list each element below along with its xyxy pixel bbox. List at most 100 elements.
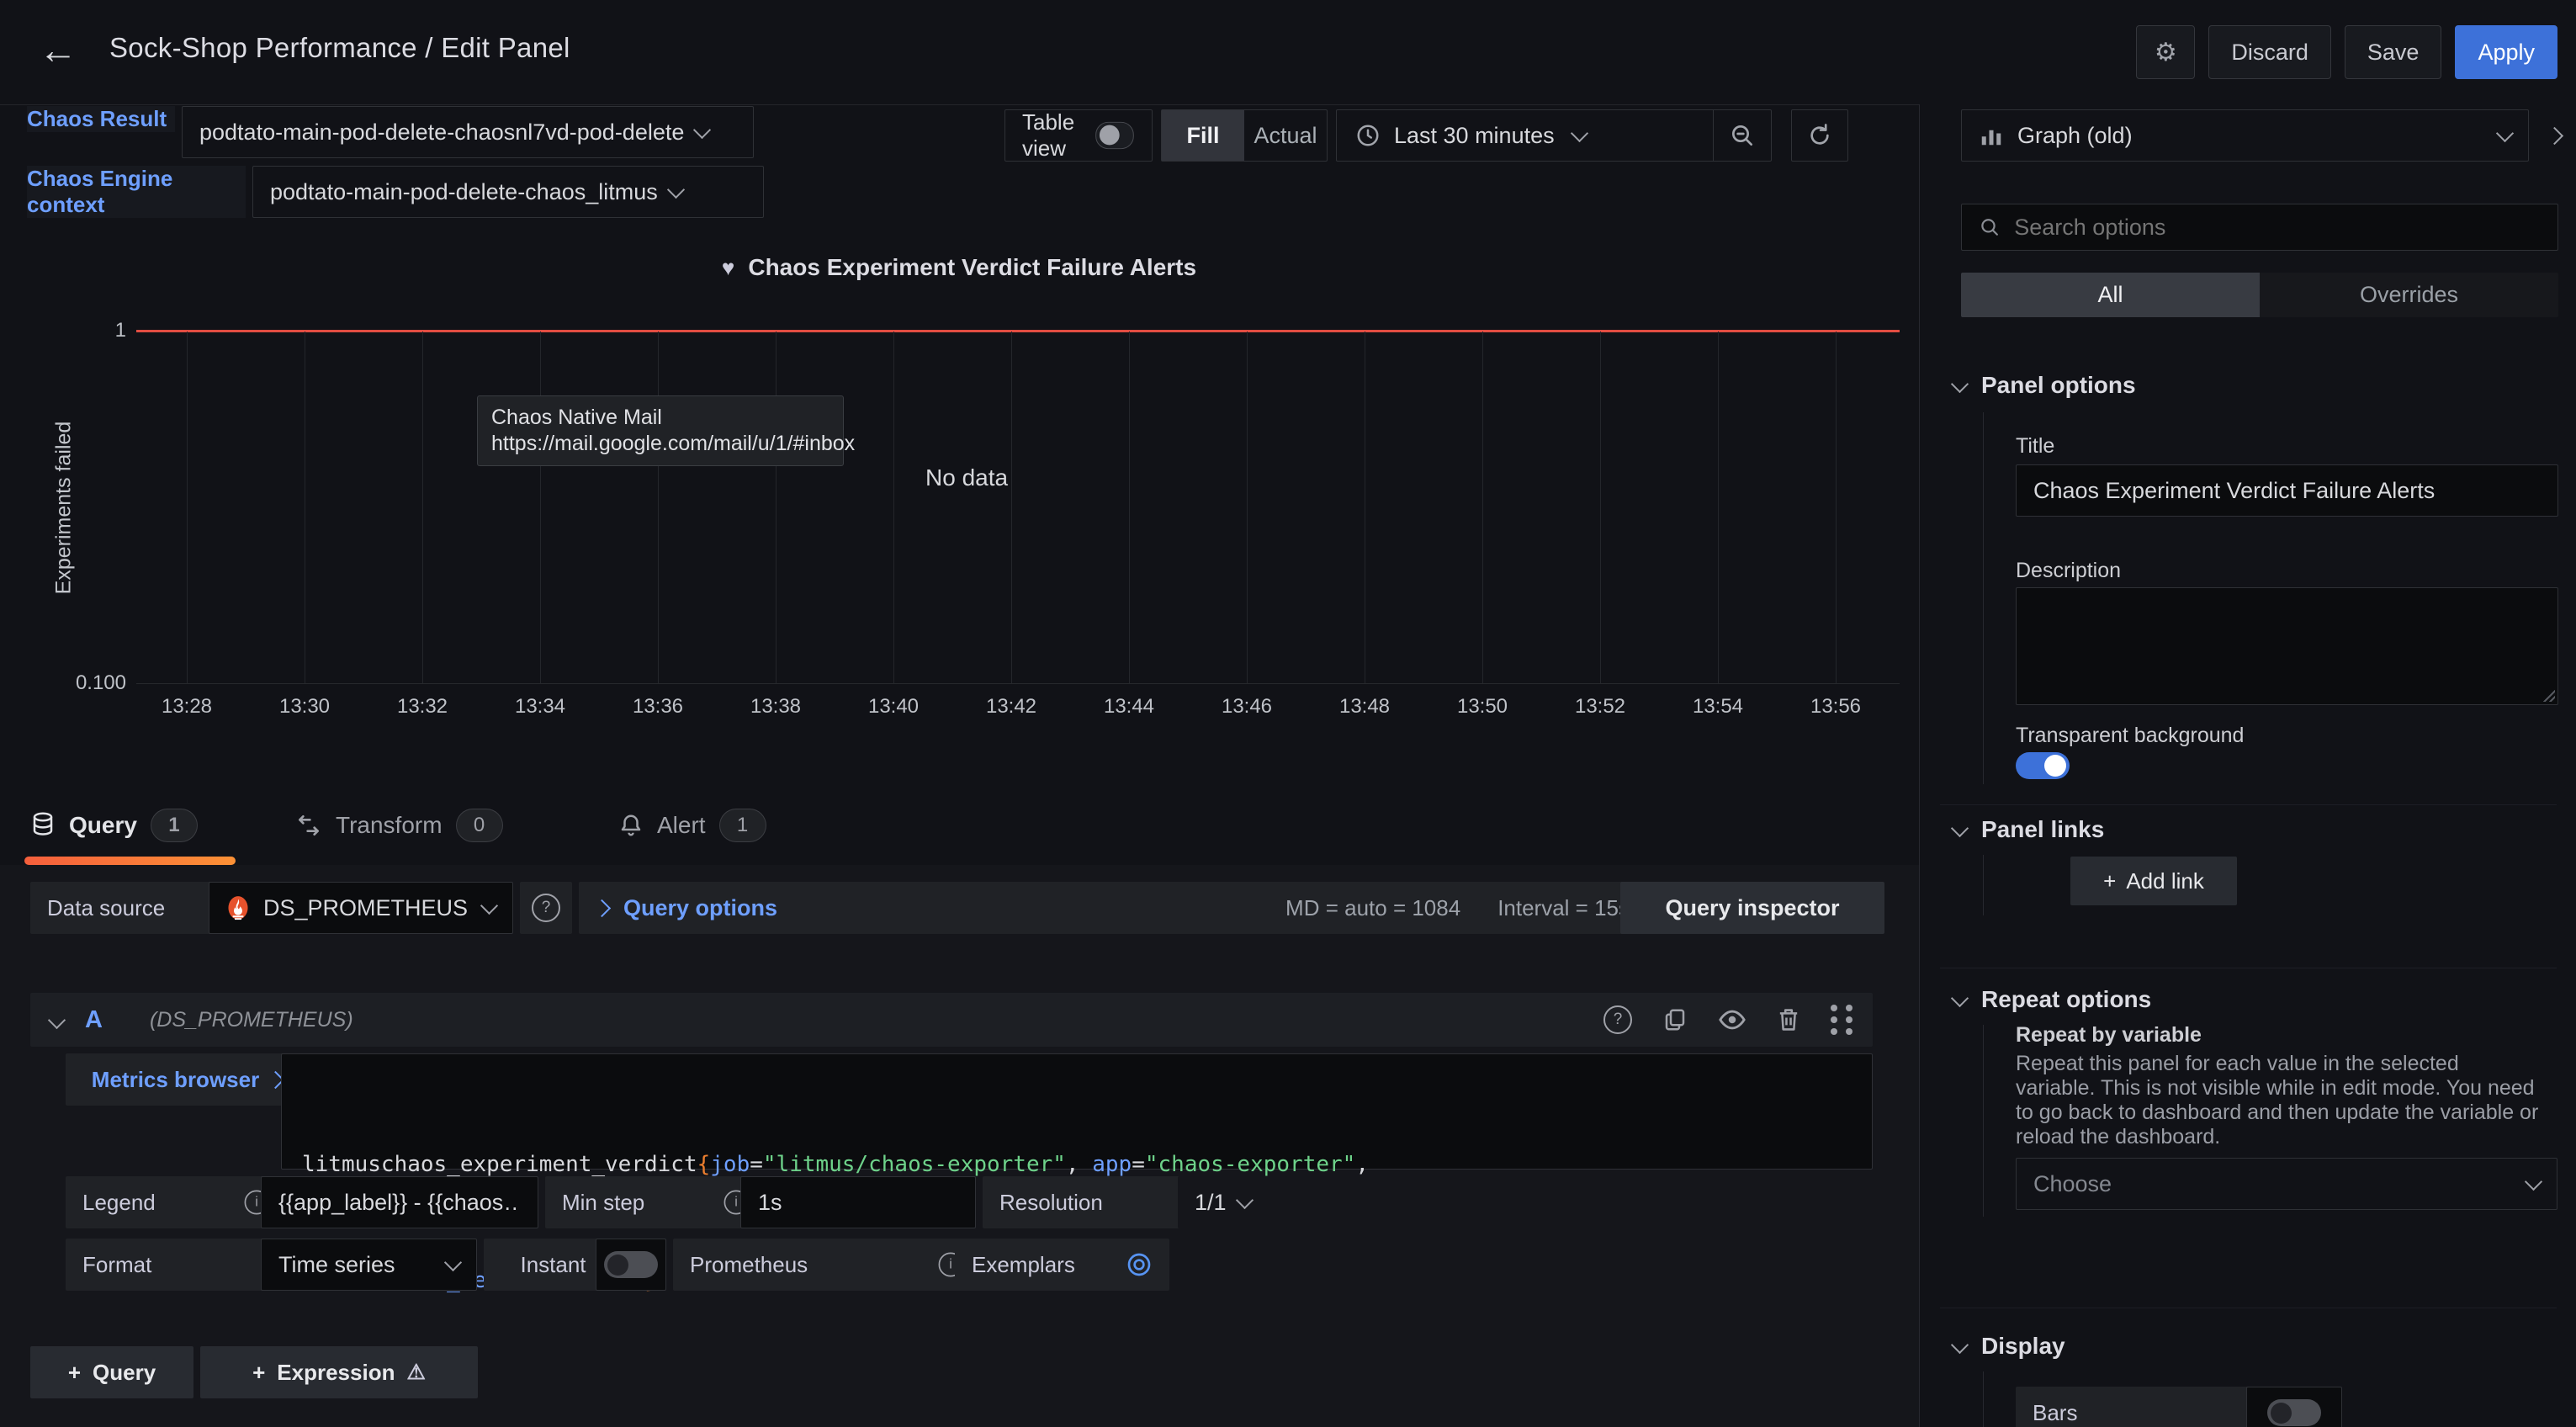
query-row-header[interactable]: A (DS_PROMETHEUS) ?: [30, 993, 1873, 1047]
discard-button[interactable]: Discard: [2208, 25, 2331, 79]
legend-format-input[interactable]: [261, 1176, 538, 1228]
instant-toggle[interactable]: [604, 1251, 658, 1278]
x-gridline: [1011, 332, 1012, 683]
refresh-button[interactable]: [1791, 109, 1848, 162]
actual-option[interactable]: Actual: [1244, 110, 1327, 161]
x-tick-label: 13:54: [1659, 695, 1777, 719]
help-circle-icon[interactable]: ?: [1603, 1005, 1632, 1034]
section-guideline: [1983, 855, 1984, 915]
options-search-box: [1961, 204, 2558, 251]
min-step-input[interactable]: [740, 1176, 976, 1228]
x-gridline: [540, 332, 541, 683]
warning-icon: ⚠: [406, 1360, 425, 1385]
x-tick-label: 13:42: [952, 695, 1070, 719]
panel-links-header[interactable]: Panel links: [1953, 816, 2104, 843]
repeat-description: Repeat this panel for each value in the …: [2016, 1052, 2544, 1149]
add-link-button[interactable]: + Add link: [2070, 857, 2237, 905]
save-button[interactable]: Save: [2345, 25, 2442, 79]
panel-description-textarea[interactable]: [2016, 587, 2558, 705]
options-filter-tabs: All Overrides: [1961, 273, 2558, 317]
add-query-label: Query: [93, 1360, 156, 1386]
query-options-summary: MD = auto = 1084 Interval = 15s: [1285, 895, 1630, 921]
data-source-value: DS_PROMETHEUS: [263, 895, 468, 921]
tab-alert[interactable]: Alert 1: [618, 809, 803, 842]
query-options-toggle[interactable]: Query options: [596, 895, 777, 921]
add-query-button[interactable]: + Query: [30, 1346, 193, 1398]
search-icon: [1979, 215, 2001, 239]
query-ref-id: A: [85, 1006, 103, 1034]
data-source-picker[interactable]: DS_PROMETHEUS: [209, 882, 513, 934]
resolution-select[interactable]: 1/1: [1178, 1176, 1287, 1228]
table-view-toggle[interactable]: [1096, 122, 1134, 149]
fill-option[interactable]: Fill: [1162, 110, 1244, 161]
panel-header[interactable]: ♥ Chaos Experiment Verdict Failure Alert…: [0, 254, 1918, 281]
promql-expression-input[interactable]: litmuschaos_experiment_verdict{job="litm…: [281, 1053, 1873, 1170]
metrics-browser-button[interactable]: Metrics browser: [66, 1053, 308, 1106]
visualization-picker[interactable]: Graph (old): [1961, 109, 2529, 162]
resolution-field-label: Resolution: [983, 1176, 1205, 1228]
back-button[interactable]: ←: [39, 27, 77, 72]
promql-token-metric: litmuschaos_experiment_verdict: [302, 1152, 697, 1177]
eye-icon[interactable]: [1718, 1007, 1746, 1032]
x-tick-label: 13:50: [1423, 695, 1541, 719]
query-inspector-button[interactable]: Query inspector: [1620, 882, 1884, 934]
x-gridline: [187, 332, 188, 683]
graph-plot-area[interactable]: [136, 332, 1900, 684]
x-tick-label: 13:48: [1306, 695, 1423, 719]
x-gridline: [1482, 332, 1483, 683]
options-search-input[interactable]: [2014, 207, 2541, 247]
variable-label-chaos-result: Chaos Result: [27, 106, 175, 132]
page-title: Sock-Shop Performance / Edit Panel: [109, 32, 570, 64]
tab-alert-label: Alert: [657, 812, 706, 839]
x-gridline: [1718, 332, 1719, 683]
panel-options-header[interactable]: Panel options: [1953, 372, 2136, 399]
variable-value-chaos-result[interactable]: podtato-main-pod-delete-chaosnl7vd-pod-d…: [182, 106, 754, 158]
tab-query[interactable]: Query 1: [30, 809, 236, 842]
topbar-actions: ⚙ Discard Save Apply: [2136, 25, 2557, 79]
repeat-options-header[interactable]: Repeat options: [1953, 986, 2151, 1013]
section-guideline: [1983, 1371, 1984, 1427]
prometheus-icon: [226, 895, 250, 920]
promql-token-string: "chaos-exporter": [1145, 1152, 1355, 1177]
repeat-variable-select[interactable]: Choose: [2016, 1158, 2557, 1210]
resize-grip-icon[interactable]: [2542, 688, 2555, 702]
panel-title: Chaos Experiment Verdict Failure Alerts: [748, 254, 1196, 281]
clock-icon: [1355, 123, 1381, 148]
y-tick-0100: 0.100: [25, 671, 126, 695]
tooltip-link[interactable]: https://mail.google.com/mail/u/1/#inbox: [491, 431, 830, 457]
title-label: Title: [2016, 434, 2054, 459]
add-expression-button[interactable]: + Expression ⚠: [200, 1346, 478, 1398]
time-range-picker[interactable]: Last 30 minutes: [1337, 110, 1713, 161]
panel-title-input[interactable]: [2016, 464, 2558, 517]
section-divider: [1940, 804, 2557, 805]
tab-transform[interactable]: Transform 0: [295, 809, 548, 842]
panel-edit-main-area: Chaos Result podtato-main-pod-delete-cha…: [0, 104, 1919, 1427]
data-source-help-button[interactable]: ?: [520, 882, 572, 934]
variable-value-chaos-engine-context[interactable]: podtato-main-pod-delete-chaos_litmus: [252, 166, 764, 218]
exemplars-eye-icon[interactable]: [1126, 1251, 1153, 1278]
zoom-out-button[interactable]: [1713, 110, 1771, 161]
bars-toggle-box: [2246, 1387, 2342, 1427]
chevron-down-icon: [1951, 374, 1969, 392]
tab-all[interactable]: All: [1961, 273, 2260, 317]
tab-overrides[interactable]: Overrides: [2260, 273, 2558, 317]
x-gridline: [1247, 332, 1248, 683]
collapse-pane-button[interactable]: [2537, 109, 2571, 162]
copy-icon[interactable]: [1662, 1006, 1688, 1033]
transparent-background-toggle[interactable]: [2016, 752, 2070, 779]
time-controls: Last 30 minutes: [1336, 109, 1772, 162]
promql-token-label: job: [710, 1152, 750, 1177]
x-gridline: [658, 332, 659, 683]
display-header[interactable]: Display: [1953, 1333, 2065, 1360]
bars-toggle[interactable]: [2267, 1399, 2321, 1426]
bars-field-label: Bars: [2016, 1387, 2273, 1427]
query-datasource-hint: (DS_PROMETHEUS): [150, 1008, 353, 1032]
apply-button[interactable]: Apply: [2455, 25, 2557, 79]
panel-settings-button[interactable]: ⚙: [2136, 25, 2195, 79]
drag-handle-icon[interactable]: [1831, 1005, 1852, 1035]
trash-icon[interactable]: [1777, 1006, 1800, 1033]
x-tick-label: 13:44: [1070, 695, 1188, 719]
chevron-down-icon: [693, 120, 711, 138]
promql-token-op: ,: [1355, 1152, 1369, 1177]
format-select[interactable]: Time series: [261, 1239, 477, 1291]
